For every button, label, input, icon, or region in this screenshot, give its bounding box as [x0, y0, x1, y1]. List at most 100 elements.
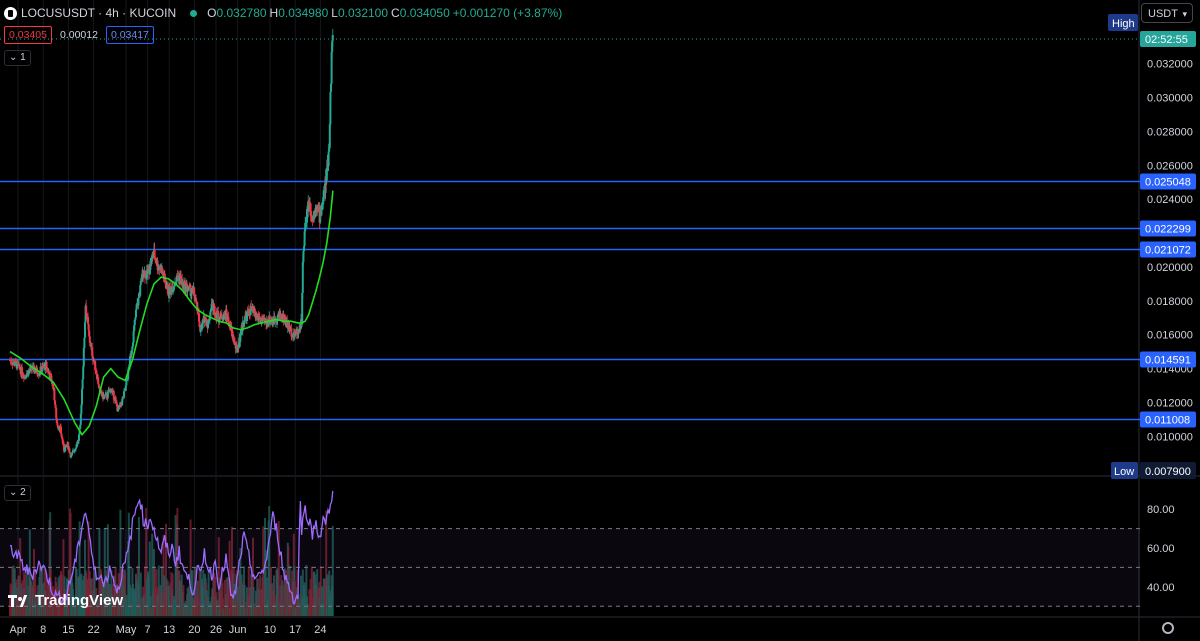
- candle-up: [79, 424, 82, 429]
- low-label: L: [331, 6, 338, 20]
- chart-canvas[interactable]: 0.032000 0.030000 0.028000 0.026000 0.024000…: [0, 0, 1200, 641]
- time-tick-label: 24: [314, 624, 326, 636]
- time-tick-label: 8: [40, 624, 46, 636]
- close-value: 0.034050: [399, 6, 450, 20]
- price-tick-label: 0.024000: [1147, 194, 1193, 206]
- candle-up: [328, 147, 331, 152]
- high-label: H: [269, 6, 279, 20]
- candle-down: [290, 328, 293, 337]
- time-tick-label: 10: [264, 624, 276, 636]
- candle-down: [85, 305, 88, 314]
- main-pane-toggle[interactable]: ⌄ 1: [4, 50, 31, 66]
- spread-value: 0.00012: [59, 29, 98, 41]
- price-tick-label: 0.026000: [1147, 160, 1193, 172]
- main-pane-number: 1: [20, 52, 26, 63]
- trade-panel: 0.03405 0.00012 0.03417: [4, 26, 154, 44]
- horizontal-levels: [0, 38, 1140, 421]
- symbol-title[interactable]: LOCUSUSDT · 4h · KUCOIN: [21, 6, 176, 20]
- candle-down: [57, 425, 59, 428]
- open-value: 0.032780: [216, 6, 267, 20]
- price-tick-label: 0.030000: [1147, 93, 1193, 105]
- time-tick-label: Jun: [229, 624, 247, 636]
- time-tick-label: 22: [87, 624, 99, 636]
- candle-up: [123, 391, 125, 398]
- tradingview-logo-icon: [8, 594, 30, 607]
- high-tag-text: High: [1112, 18, 1135, 30]
- price-tick-label: 0.028000: [1147, 126, 1193, 138]
- candle-up: [83, 337, 86, 349]
- open-label: O: [207, 6, 217, 20]
- buy-button[interactable]: 0.03417: [105, 26, 154, 44]
- candle-up: [81, 379, 84, 390]
- level-price-text: 0.011008: [1145, 415, 1190, 427]
- low-tag-text: Low: [1114, 466, 1134, 478]
- price-tick-label: 0.032000: [1147, 59, 1193, 71]
- indicator-pane-toggle[interactable]: ⌄ 2: [4, 485, 31, 501]
- time-tick-label: Apr: [9, 624, 26, 636]
- candle-up: [63, 451, 66, 453]
- price-tick-label: 0.016000: [1147, 330, 1193, 342]
- chevron-down-icon: ▾: [1182, 9, 1187, 19]
- time-tick-label: 13: [163, 624, 175, 636]
- time-tick-label: May: [116, 624, 137, 636]
- candle-up: [239, 335, 242, 342]
- rsi-tick-label: 60.00: [1147, 543, 1175, 555]
- candle-up: [135, 309, 137, 318]
- low-value: 0.032100: [337, 6, 389, 20]
- moving-average-line: [9, 190, 334, 436]
- close-label: C: [391, 6, 400, 20]
- rsi-tick-label: 80.00: [1147, 504, 1175, 516]
- low-price-text: 0.007900: [1145, 466, 1191, 478]
- candle-up: [240, 333, 242, 336]
- level-price-text: 0.022299: [1145, 224, 1191, 236]
- candle-up: [327, 151, 330, 167]
- candle-up: [139, 285, 142, 296]
- candle-down: [61, 437, 64, 440]
- candle-down: [225, 309, 228, 318]
- moving-average: [9, 190, 334, 436]
- candle-up: [135, 307, 138, 310]
- change-value: +0.001270 (+3.87%): [452, 6, 563, 20]
- candle-up: [124, 385, 127, 391]
- sell-button[interactable]: 0.03405: [4, 26, 52, 44]
- candle-down: [45, 361, 48, 369]
- price-axis: 0.032000 0.030000 0.028000 0.026000 0.024000…: [1108, 14, 1196, 594]
- market-status-icon: [190, 9, 198, 17]
- candle-up: [304, 223, 307, 232]
- indicator-pane-number: 2: [20, 487, 26, 498]
- candle-down: [53, 388, 56, 401]
- currency-value: USDT: [1148, 8, 1178, 20]
- high-value: 0.034980: [278, 6, 329, 20]
- currency-select[interactable]: USDT ▾: [1141, 3, 1193, 23]
- watermark-text: TradingView: [35, 592, 124, 609]
- rsi-pane: [0, 490, 1140, 616]
- candle-down: [112, 390, 115, 400]
- time-axis: Apr 8 15 22 May 7 13 20 26 Jun 10 17 24: [9, 624, 326, 636]
- level-price-text: 0.021072: [1145, 245, 1191, 257]
- rsi-tick-label: 40.00: [1147, 582, 1175, 594]
- time-tick-label: 26: [210, 624, 222, 636]
- price-tick-label: 0.012000: [1147, 397, 1193, 409]
- candle-up: [78, 434, 80, 441]
- candle-up: [82, 348, 85, 367]
- settings-gear-icon[interactable]: [1162, 622, 1174, 634]
- locus-logo-icon: [4, 6, 17, 20]
- time-tick-label: 20: [188, 624, 200, 636]
- time-tick-label: 17: [289, 624, 301, 636]
- price-tick-label: 0.018000: [1147, 296, 1193, 308]
- candle-up: [328, 124, 331, 148]
- candle-up: [64, 447, 67, 452]
- symbol-header: LOCUSUSDT · 4h · KUCOIN O 0.032780 H 0.034…: [4, 5, 565, 21]
- candle-up: [330, 83, 332, 92]
- price-tick-label: 0.020000: [1147, 262, 1193, 274]
- level-price-text: 0.014591: [1145, 355, 1191, 367]
- time-tick-label: 7: [145, 624, 151, 636]
- candle-up: [331, 35, 334, 41]
- time-tick-label: 15: [62, 624, 74, 636]
- candles: [9, 28, 334, 459]
- candle-down: [234, 341, 236, 343]
- candle-down: [88, 336, 91, 343]
- price-tick-label: 0.010000: [1147, 431, 1193, 443]
- countdown-text: 02:52:55: [1145, 34, 1188, 46]
- candle-up: [301, 262, 304, 293]
